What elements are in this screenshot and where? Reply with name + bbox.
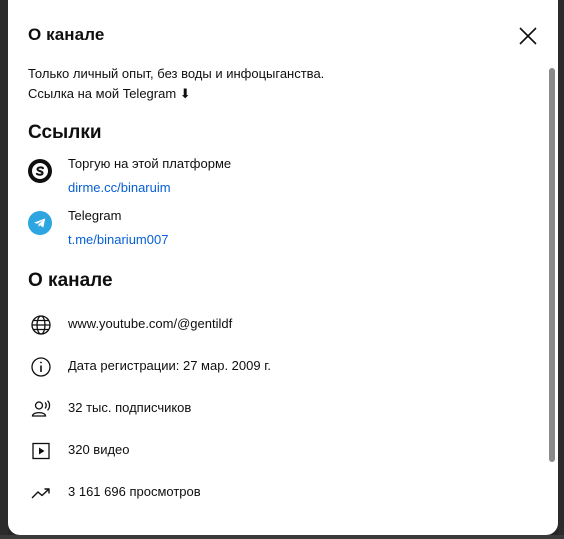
info-icon — [30, 356, 52, 378]
subscribers-icon — [30, 398, 52, 420]
scrollbar-thumb[interactable] — [549, 68, 555, 462]
info-row-registration: Дата регистрации: 27 мар. 2009 г. — [28, 354, 528, 380]
globe-icon — [30, 314, 52, 336]
info-row-subscribers: 32 тыс. подписчиков — [28, 396, 528, 422]
video-icon — [30, 440, 52, 462]
link-url[interactable]: t.me/binarium007 — [68, 232, 168, 247]
close-icon — [519, 27, 537, 45]
platform-logo-icon — [28, 159, 52, 183]
description-line: Ссылка на мой Telegram ⬇ — [28, 86, 191, 101]
about-channel-dialog: О канале Только личный опыт, без воды и … — [8, 0, 558, 535]
backdrop-left-edge — [0, 0, 8, 539]
backdrop-bottom-edge — [0, 535, 564, 539]
description-line: Только личный опыт, без воды и инфоцыган… — [28, 66, 325, 81]
link-url[interactable]: dirme.cc/binaruim — [68, 180, 171, 195]
info-text: 320 видео — [68, 442, 130, 457]
trending-icon — [30, 482, 52, 504]
info-text: 32 тыс. подписчиков — [68, 400, 192, 415]
info-text: 3 161 696 просмотров — [68, 484, 201, 499]
telegram-icon — [28, 211, 52, 235]
backdrop-right-edge — [558, 0, 564, 539]
link-name: Торгую на этой платформе — [68, 156, 232, 171]
links-heading: Ссылки — [28, 122, 102, 143]
info-row-videos: 320 видео — [28, 438, 528, 464]
link-item-telegram: Telegram t.me/binarium007 — [28, 208, 528, 252]
info-text: www.youtube.com/@gentildf — [68, 316, 233, 331]
info-row-url: www.youtube.com/@gentildf — [28, 312, 528, 338]
link-name: Telegram — [68, 208, 122, 223]
about-heading: О канале — [28, 270, 113, 291]
info-row-views: 3 161 696 просмотров — [28, 480, 528, 506]
dialog-title: О канале — [28, 25, 105, 44]
close-button[interactable] — [514, 22, 542, 50]
link-item-platform: Торгую на этой платформе dirme.cc/binaru… — [28, 156, 528, 200]
info-text: Дата регистрации: 27 мар. 2009 г. — [68, 358, 271, 373]
channel-description: Только личный опыт, без воды и инфоцыган… — [28, 64, 528, 104]
